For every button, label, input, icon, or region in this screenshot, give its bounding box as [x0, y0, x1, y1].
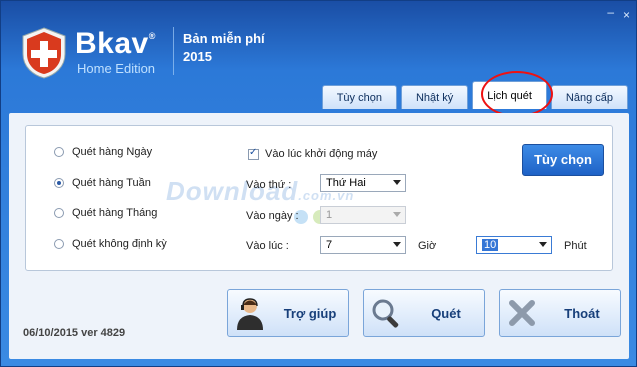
chevron-down-icon: [539, 242, 547, 247]
radio-monthly-label: Quét hàng Tháng: [72, 207, 158, 219]
hour-select[interactable]: 7: [320, 236, 406, 254]
app-window: Bkav® Home Edition Bản miễn phí 2015 – ×…: [0, 0, 637, 367]
highlight-circle: [481, 71, 553, 117]
edition-year: 2015: [183, 49, 212, 64]
time-label: Vào lúc :: [246, 240, 289, 252]
schedule-settings-box: Download.com.vn Quét hàng Ngày Quét hàng…: [25, 125, 613, 271]
scan-button[interactable]: Quét: [363, 289, 485, 337]
support-agent-icon: [228, 290, 272, 336]
tab-options[interactable]: Tùy chọn: [321, 85, 397, 109]
tab-log[interactable]: Nhật ký: [400, 85, 469, 109]
startup-checkbox-box[interactable]: [248, 147, 259, 160]
version-label: 06/10/2015 ver 4829: [23, 327, 126, 339]
edition-label: Home Edition: [77, 61, 156, 76]
radio-daily-label: Quét hàng Ngày: [72, 146, 153, 158]
brand-name: Bkav®: [75, 27, 156, 60]
schedule-options-button[interactable]: Tùy chọn: [522, 144, 604, 176]
weekday-label: Vào thứ :: [246, 179, 292, 191]
hour-select-value: 7: [326, 239, 333, 251]
weekday-select[interactable]: Thứ Hai: [320, 174, 406, 192]
hour-unit: Giờ: [418, 240, 437, 252]
radio-weekly-label: Quét hàng Tuần: [72, 177, 151, 189]
x-icon: [500, 290, 544, 336]
day-select-value: 1: [326, 209, 333, 221]
radio-weekly[interactable]: Quét hàng Tuần: [54, 177, 151, 189]
day-select[interactable]: 1: [320, 206, 406, 224]
help-button[interactable]: Trợ giúp: [227, 289, 349, 337]
tab-upgrade[interactable]: Nâng cấp: [550, 85, 628, 109]
weekday-select-value: Thứ Hai: [326, 177, 366, 189]
startup-checkbox-label: Vào lúc khởi động máy: [265, 148, 378, 160]
radio-irregular[interactable]: Quét không định kỳ: [54, 238, 167, 250]
exit-button[interactable]: Thoát: [499, 289, 621, 337]
minute-unit: Phút: [564, 240, 587, 252]
startup-checkbox[interactable]: Vào lúc khởi động máy: [248, 147, 378, 160]
magnifier-icon: [364, 290, 408, 336]
chevron-down-icon: [393, 242, 401, 247]
scan-button-label: Quét: [431, 305, 461, 321]
help-button-label: Trợ giúp: [283, 305, 337, 321]
radio-monthly-dot[interactable]: [54, 208, 64, 218]
day-label: Vào ngày :: [246, 210, 299, 222]
radio-irregular-dot[interactable]: [54, 239, 64, 249]
minute-select-value: 10: [482, 239, 499, 251]
chevron-down-icon: [393, 180, 401, 185]
exit-button-label: Thoát: [564, 305, 600, 321]
chevron-down-icon: [393, 212, 401, 217]
radio-daily[interactable]: Quét hàng Ngày: [54, 146, 152, 158]
schedule-panel: Download.com.vn Quét hàng Ngày Quét hàng…: [9, 113, 629, 359]
radio-irregular-label: Quét không định kỳ: [72, 238, 167, 250]
minute-select[interactable]: 10: [476, 236, 552, 254]
radio-monthly[interactable]: Quét hàng Tháng: [54, 207, 157, 219]
tab-bar: Tùy chọn Nhật ký Lịch quét Nâng cấp: [321, 81, 628, 109]
free-edition-label: Bản miễn phí: [183, 31, 265, 46]
radio-daily-dot[interactable]: [54, 147, 64, 157]
radio-weekly-dot[interactable]: [54, 178, 64, 188]
close-button[interactable]: ×: [623, 9, 630, 21]
minimize-button[interactable]: –: [607, 6, 614, 18]
header-divider: [173, 27, 174, 75]
bkav-shield-logo: [22, 27, 66, 79]
